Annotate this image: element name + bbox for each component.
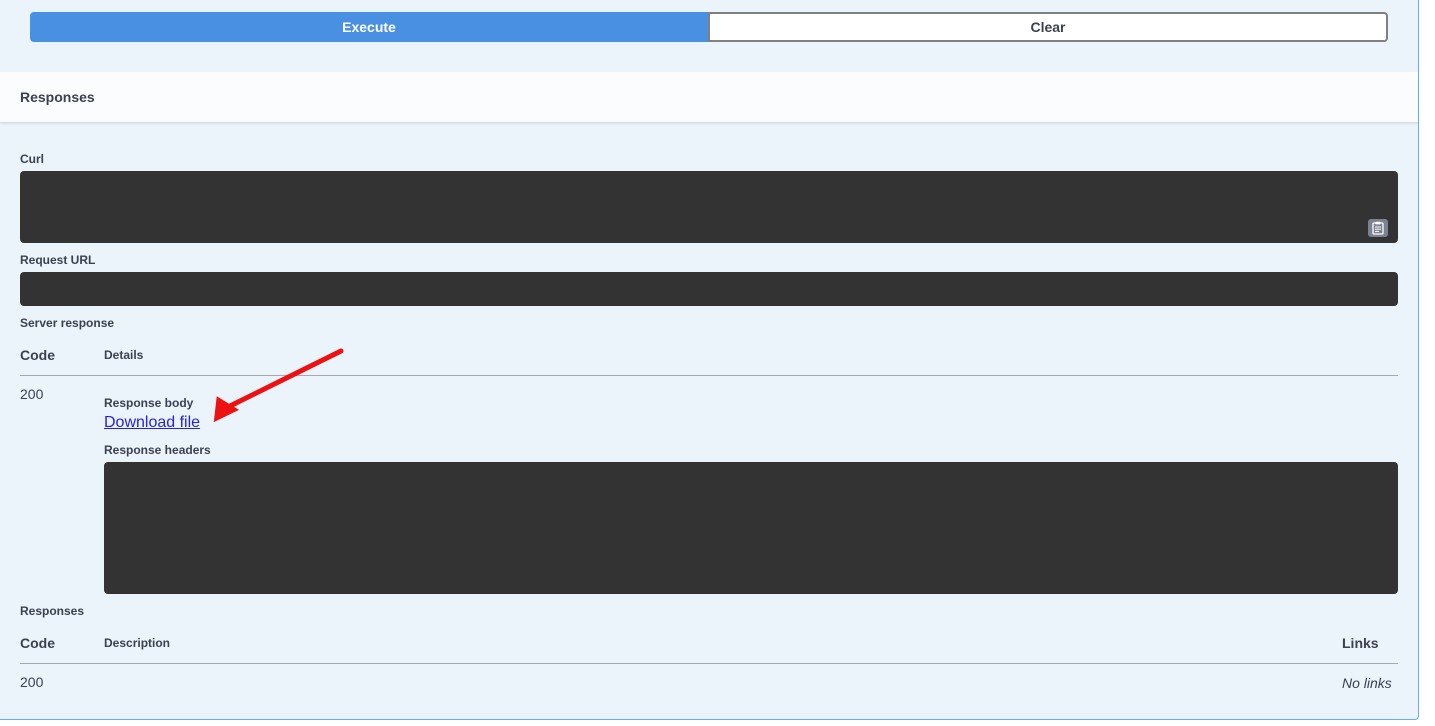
execute-wrapper: Execute Clear	[30, 12, 1388, 42]
response-headers-label: Response headers	[104, 443, 211, 457]
request-url-block[interactable]	[20, 272, 1398, 306]
responses-section-header: Responses	[0, 72, 1418, 123]
response-body-label: Response body	[104, 396, 194, 410]
server-response-label: Server response	[20, 316, 115, 330]
server-response-code-header: Code	[20, 347, 55, 363]
copy-to-clipboard-button[interactable]	[1368, 219, 1388, 237]
responses-code-header: Code	[20, 635, 55, 651]
download-file-link[interactable]: Download file	[104, 414, 200, 432]
responses-row-code: 200	[20, 674, 44, 690]
responses-section-title: Responses	[20, 89, 95, 105]
responses-links-header: Links	[1342, 635, 1379, 651]
response-headers-block[interactable]	[104, 462, 1398, 594]
clear-button[interactable]: Clear	[708, 12, 1388, 42]
red-arrow-annotation	[213, 348, 344, 423]
operation-panel: Execute Clear Responses Curl Request URL…	[0, 0, 1419, 720]
request-url-label: Request URL	[20, 253, 96, 267]
responses-description-header: Description	[104, 636, 171, 650]
responses-divider	[20, 663, 1398, 664]
server-response-details-header: Details	[104, 348, 144, 362]
curl-label: Curl	[20, 152, 44, 166]
responses-label: Responses	[20, 604, 85, 618]
responses-row-links: No links	[1342, 675, 1392, 691]
execute-button[interactable]: Execute	[30, 12, 708, 42]
curl-code-block[interactable]	[20, 171, 1398, 243]
clipboard-copy-icon	[1372, 221, 1384, 235]
server-response-code: 200	[20, 386, 44, 402]
